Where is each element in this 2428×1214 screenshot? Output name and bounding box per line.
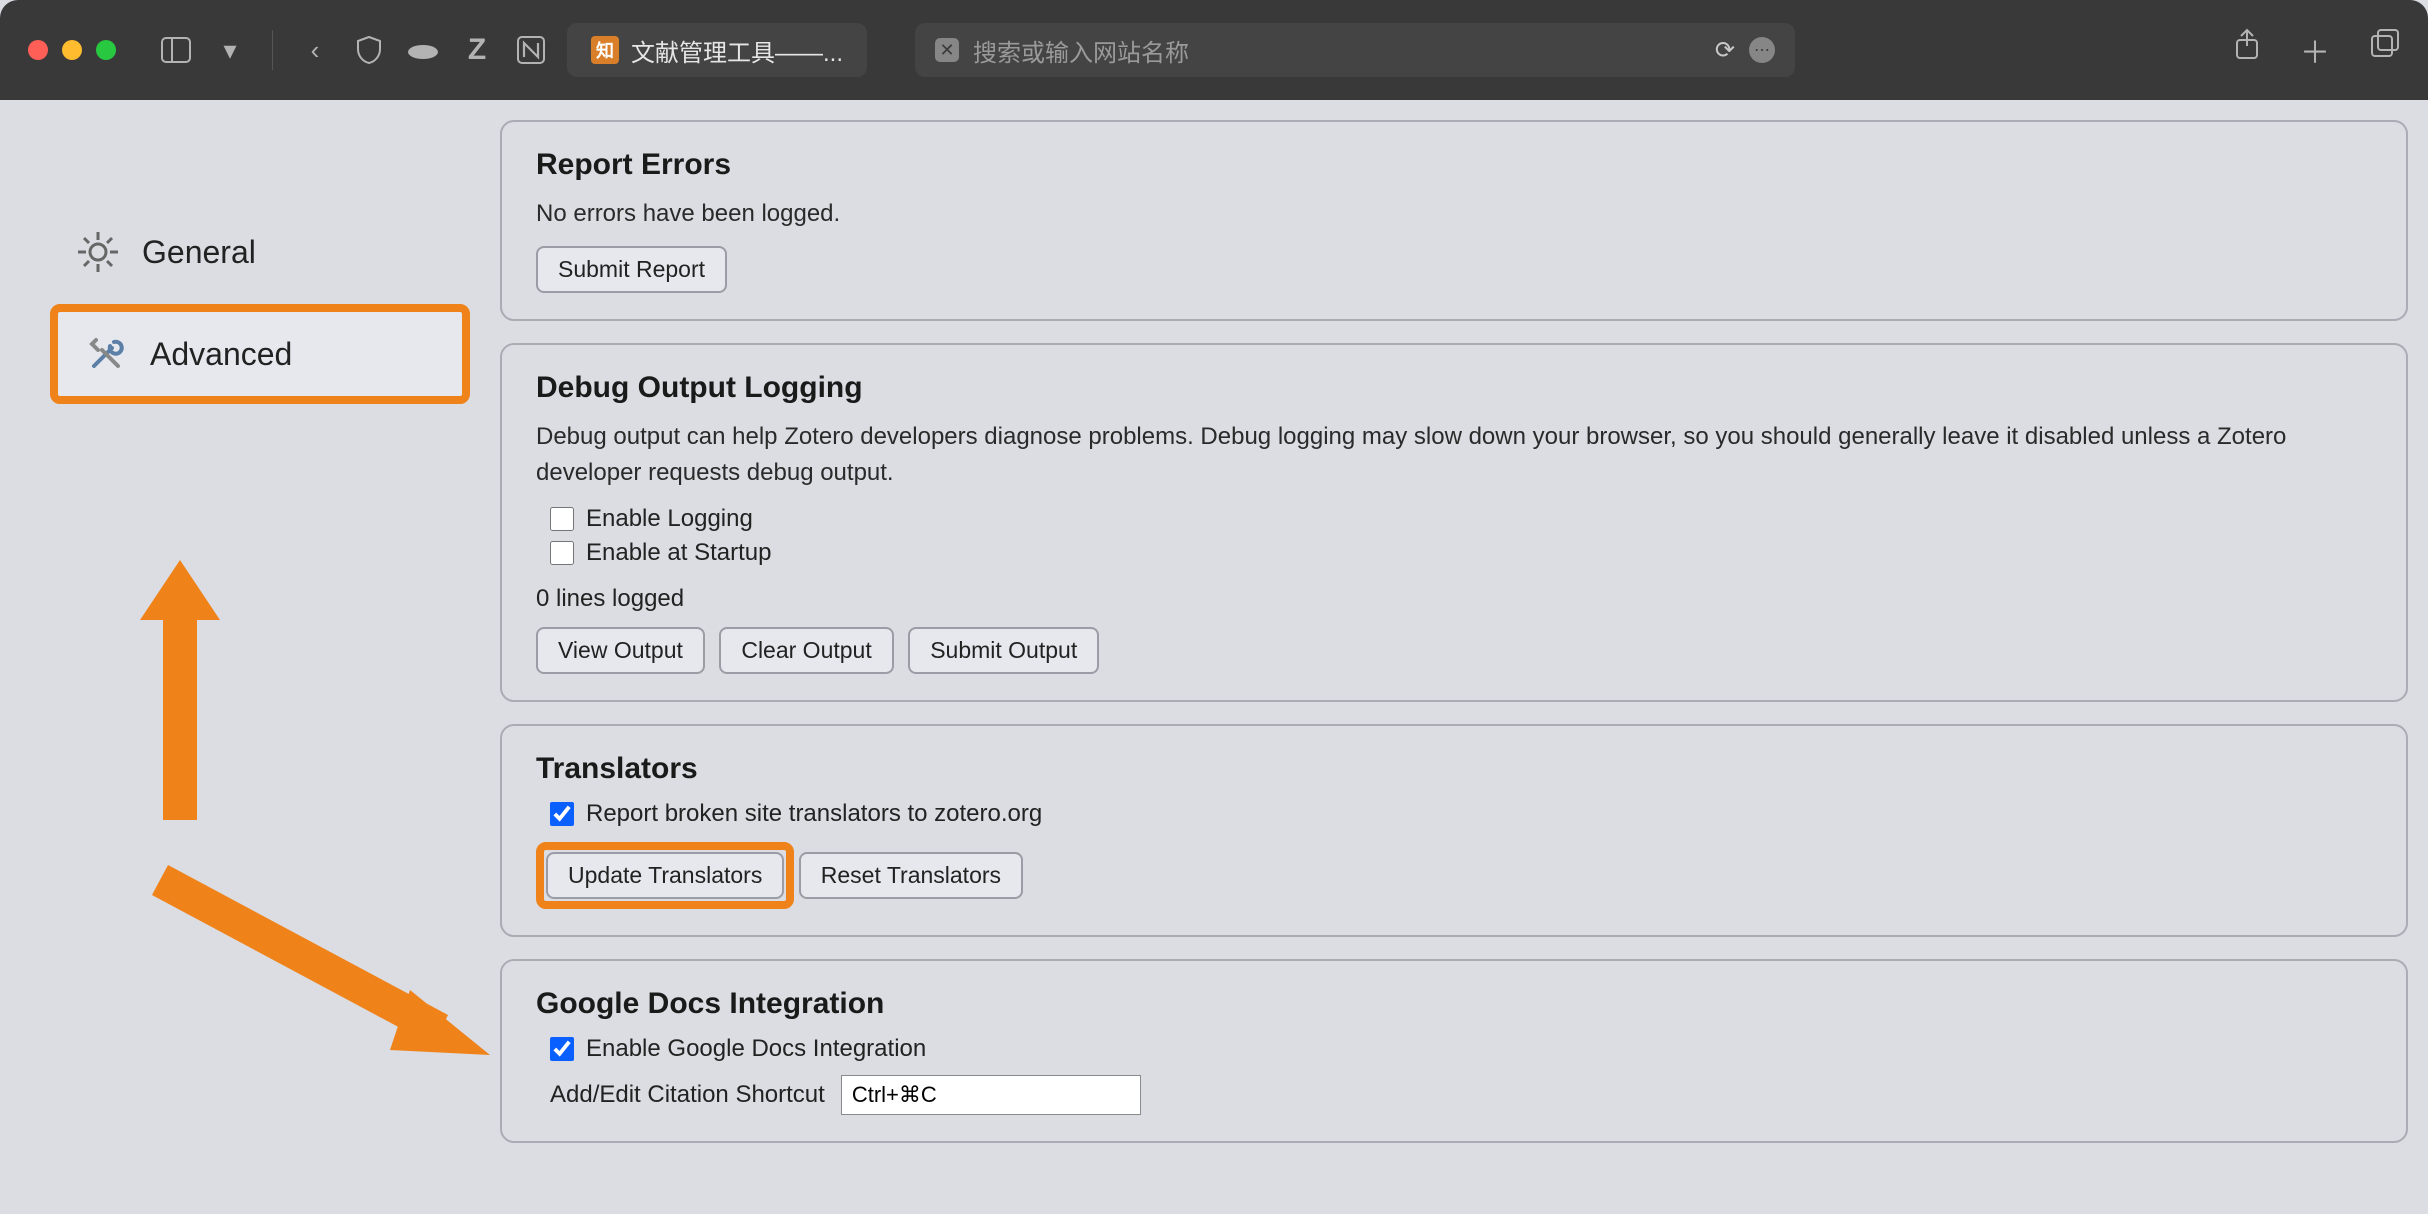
checkbox-label: Enable at Startup [586, 539, 771, 567]
lines-logged-text: 0 lines logged [536, 585, 2372, 613]
tabs-icon[interactable] [2370, 28, 2400, 72]
panel-heading: Debug Output Logging [536, 371, 2372, 405]
enable-logging-checkbox[interactable]: Enable Logging [550, 505, 2372, 533]
report-errors-status: No errors have been logged. [536, 196, 2372, 232]
report-broken-checkbox[interactable]: Report broken site translators to zotero… [550, 800, 2372, 828]
window-controls [28, 40, 116, 60]
chevron-down-icon[interactable]: ▾ [212, 32, 248, 68]
panel-debug: Debug Output Logging Debug output can he… [500, 343, 2408, 702]
reload-icon[interactable]: ⟳ [1715, 36, 1735, 65]
settings-sidebar: General Advanced [0, 120, 500, 1194]
titlebar-right: ＋ [2234, 28, 2400, 72]
back-icon[interactable]: ‹ [297, 32, 333, 68]
checkbox-label: Report broken site translators to zotero… [586, 800, 1042, 828]
share-icon[interactable] [2234, 28, 2260, 72]
enable-startup-input[interactable] [550, 541, 574, 565]
tab-favicon: 知 [591, 36, 619, 64]
divider [272, 30, 273, 70]
plus-icon[interactable]: ＋ [2300, 28, 2330, 72]
view-output-button[interactable]: View Output [536, 627, 705, 674]
panel-translators: Translators Report broken site translato… [500, 724, 2408, 937]
shield-icon[interactable] [351, 32, 387, 68]
close-window-button[interactable] [28, 40, 48, 60]
notion-icon[interactable] [513, 32, 549, 68]
z-icon[interactable]: Z [459, 32, 495, 68]
tab-title: 文献管理工具——... [631, 33, 843, 68]
sidebar-item-advanced[interactable]: Advanced [50, 304, 470, 404]
enable-gdocs-input[interactable] [550, 1037, 574, 1061]
cloud-icon[interactable] [405, 32, 441, 68]
panel-report-errors: Report Errors No errors have been logged… [500, 120, 2408, 321]
shortcut-label: Add/Edit Citation Shortcut [550, 1081, 825, 1109]
shortcut-input[interactable] [841, 1075, 1141, 1115]
sidebar-toggle-icon[interactable] [158, 32, 194, 68]
annotation-arrow-diag [120, 860, 500, 1085]
submit-report-button[interactable]: Submit Report [536, 246, 727, 293]
sidebar-item-label: General [142, 234, 256, 271]
tools-icon [82, 330, 130, 378]
maximize-window-button[interactable] [96, 40, 116, 60]
sidebar-item-label: Advanced [150, 336, 292, 373]
annotation-arrow-up [120, 560, 240, 845]
panel-heading: Translators [536, 752, 2372, 786]
submit-output-button[interactable]: Submit Output [908, 627, 1099, 674]
browser-titlebar: ▾ ‹ Z 知 文献管理工具——... ✕ 搜索或输入网站名称 ⟳ ⋯ ＋ [0, 0, 2428, 100]
clear-icon[interactable]: ✕ [935, 38, 959, 62]
update-translators-button[interactable]: Update Translators [546, 852, 784, 899]
enable-gdocs-checkbox[interactable]: Enable Google Docs Integration [550, 1035, 2372, 1063]
address-bar[interactable]: ✕ 搜索或输入网站名称 ⟳ ⋯ [915, 23, 1795, 77]
settings-content: Report Errors No errors have been logged… [500, 120, 2408, 1194]
debug-description: Debug output can help Zotero developers … [536, 419, 2372, 491]
checkbox-label: Enable Google Docs Integration [586, 1035, 926, 1063]
gear-icon [74, 228, 122, 276]
main-area: General Advanced Report Errors No errors… [0, 100, 2428, 1214]
checkbox-label: Enable Logging [586, 505, 753, 533]
browser-tab[interactable]: 知 文献管理工具——... [567, 23, 867, 77]
report-broken-input[interactable] [550, 802, 574, 826]
panel-gdocs: Google Docs Integration Enable Google Do… [500, 959, 2408, 1143]
enable-startup-checkbox[interactable]: Enable at Startup [550, 539, 2372, 567]
shortcut-row: Add/Edit Citation Shortcut [536, 1075, 2372, 1115]
panel-heading: Google Docs Integration [536, 987, 2372, 1021]
enable-logging-input[interactable] [550, 507, 574, 531]
address-placeholder: 搜索或输入网站名称 [973, 33, 1189, 68]
clear-output-button[interactable]: Clear Output [719, 627, 893, 674]
minimize-window-button[interactable] [62, 40, 82, 60]
reset-translators-button[interactable]: Reset Translators [799, 852, 1023, 899]
sidebar-item-general[interactable]: General [50, 210, 470, 294]
panel-heading: Report Errors [536, 148, 2372, 182]
more-icon[interactable]: ⋯ [1749, 37, 1775, 63]
